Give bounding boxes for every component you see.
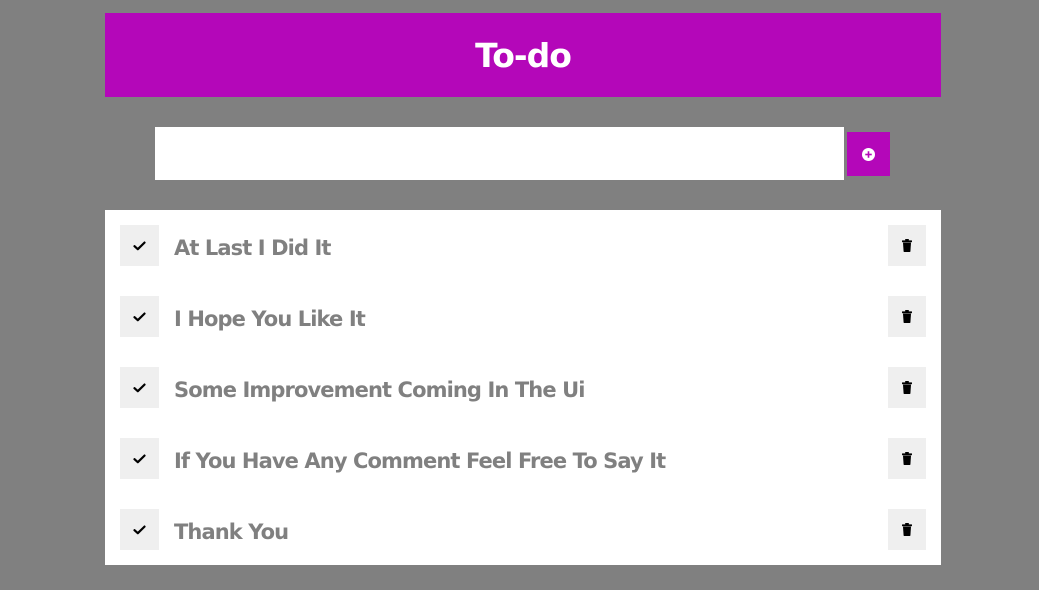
todo-text: I Hope You Like It (174, 307, 366, 331)
app-header: To-do (105, 13, 941, 97)
todo-text: If You Have Any Comment Feel Free To Say… (174, 449, 666, 473)
todo-item: Some Improvement Coming In The Ui (105, 352, 941, 423)
trash-icon (902, 381, 912, 394)
check-icon (133, 383, 146, 392)
new-todo-form (155, 127, 890, 180)
todo-item: I Hope You Like It (105, 281, 941, 352)
complete-todo-button[interactable] (120, 438, 159, 479)
todo-item: If You Have Any Comment Feel Free To Say… (105, 423, 941, 494)
todo-item: Thank You (105, 494, 941, 565)
check-icon (133, 454, 146, 463)
delete-todo-button[interactable] (888, 367, 926, 408)
check-icon (133, 525, 146, 534)
complete-todo-button[interactable] (120, 225, 159, 266)
complete-todo-button[interactable] (120, 296, 159, 337)
todo-text: Thank You (174, 520, 289, 544)
delete-todo-button[interactable] (888, 296, 926, 337)
complete-todo-button[interactable] (120, 367, 159, 408)
complete-todo-button[interactable] (120, 509, 159, 550)
check-icon (133, 312, 146, 321)
trash-icon (902, 452, 912, 465)
app-title: To-do (475, 35, 572, 75)
todo-text: Some Improvement Coming In The Ui (174, 378, 585, 402)
delete-todo-button[interactable] (888, 509, 926, 550)
todo-text: At Last I Did It (174, 236, 331, 260)
trash-icon (902, 523, 912, 536)
check-icon (133, 241, 146, 250)
trash-icon (902, 239, 912, 252)
new-todo-input[interactable] (155, 127, 844, 180)
todo-item: At Last I Did It (105, 210, 941, 281)
delete-todo-button[interactable] (888, 225, 926, 266)
todo-list: At Last I Did It I Hope You Like It Some… (105, 210, 941, 565)
plus-circle-icon (862, 147, 875, 161)
delete-todo-button[interactable] (888, 438, 926, 479)
trash-icon (902, 310, 912, 323)
add-todo-button[interactable] (847, 132, 890, 176)
